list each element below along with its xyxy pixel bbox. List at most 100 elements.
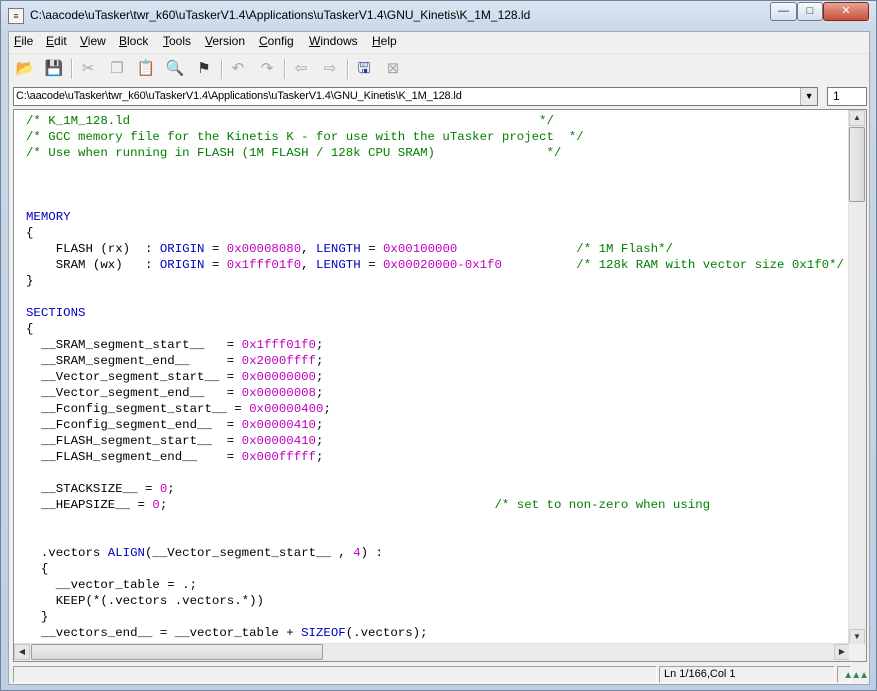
- find-icon[interactable]: 🔍: [164, 58, 186, 80]
- code-keyword: LENGTH: [316, 258, 361, 272]
- forward-icon[interactable]: ⇨: [319, 58, 341, 80]
- code-line: __Fconfig_segment_start__ = 0x00000400;: [26, 401, 850, 417]
- scroll-left-button[interactable]: ◀: [14, 644, 30, 660]
- code-text: __HEAPSIZE__ =: [26, 498, 153, 512]
- file-path-combobox[interactable]: C:\aacode\uTasker\twr_k60\uTaskerV1.4\Ap…: [13, 87, 818, 106]
- resize-grip-icon[interactable]: ▲▲▲: [843, 670, 869, 681]
- scroll-up-button[interactable]: ▲: [849, 110, 865, 126]
- menu-mnemonic: B: [119, 34, 128, 48]
- file-path-text: C:\aacode\uTasker\twr_k60\uTaskerV1.4\Ap…: [16, 90, 462, 102]
- menu-file[interactable]: File: [14, 34, 33, 48]
- scroll-down-button[interactable]: ▼: [849, 629, 865, 645]
- menu-bar: File Edit View Block Tools Version Config Windo…: [9, 32, 869, 52]
- close-file-icon[interactable]: ⊠: [382, 58, 404, 80]
- menu-block[interactable]: Block: [119, 34, 148, 48]
- code-text: =: [204, 258, 227, 272]
- menu-windows[interactable]: Windows: [309, 34, 358, 48]
- code-line: __SRAM_segment_end__ = 0x2000ffff;: [26, 353, 850, 369]
- horizontal-scrollbar[interactable]: ◀ ▶: [14, 643, 850, 661]
- status-bar: Ln 1/166,Col 1 ▲▲▲: [9, 664, 869, 684]
- minimize-button[interactable]: —: [770, 2, 797, 21]
- menu-edit[interactable]: Edit: [46, 34, 67, 48]
- close-button[interactable]: ✕: [823, 2, 869, 21]
- code-text: ;: [316, 434, 324, 448]
- menu-mnemonic: V: [80, 34, 88, 48]
- chevron-down-icon[interactable]: ▼: [800, 88, 817, 105]
- vertical-scroll-thumb[interactable]: [849, 127, 865, 202]
- horizontal-scroll-thumb[interactable]: [31, 644, 323, 660]
- menu-version[interactable]: Version: [205, 34, 245, 48]
- code-text: __STACKSIZE__ =: [26, 482, 160, 496]
- code-line: KEEP(*(.vectors .vectors.*)): [26, 593, 850, 609]
- code-line: __Vector_segment_start__ = 0x00000000;: [26, 369, 850, 385]
- save-all-icon[interactable]: 🖫: [353, 58, 375, 80]
- code-line: {: [26, 321, 850, 337]
- redo-icon[interactable]: ↷: [256, 58, 278, 80]
- code-number: 0x00000410: [241, 434, 316, 448]
- code-text: {: [26, 226, 34, 240]
- code-line: }: [26, 273, 850, 289]
- code-line: SECTIONS: [26, 305, 850, 321]
- code-keyword: ORIGIN: [159, 258, 205, 272]
- code-line: __STACKSIZE__ = 0;: [26, 481, 850, 497]
- code-number: 0: [152, 498, 160, 512]
- code-text: __Vector_segment_end__ =: [26, 386, 242, 400]
- code-text: __FLASH_segment_start__ =: [26, 434, 242, 448]
- code-keyword: MEMORY: [26, 210, 71, 224]
- undo-icon[interactable]: ↶: [227, 58, 249, 80]
- code-number: 0x00000008: [241, 386, 316, 400]
- code-comment: /* 1M Flash*/: [576, 242, 673, 256]
- code-text: __SRAM_segment_end__ =: [26, 354, 242, 368]
- toolbar-separator: [284, 59, 286, 79]
- menu-view[interactable]: View: [80, 34, 106, 48]
- code-text-area[interactable]: /* K_1M_128.ld */ /* GCC memory file for …: [26, 113, 850, 644]
- code-editor[interactable]: /* K_1M_128.ld */ /* GCC memory file for …: [13, 109, 867, 662]
- menu-config[interactable]: Config: [259, 34, 294, 48]
- open-folder-icon[interactable]: 📂: [14, 58, 36, 80]
- cursor-position: Ln 1/166,Col 1: [659, 666, 835, 683]
- code-number: 0x1fff01f0: [241, 338, 316, 352]
- toolbar-separator: [71, 59, 73, 79]
- path-bar: C:\aacode\uTasker\twr_k60\uTaskerV1.4\Ap…: [9, 86, 869, 108]
- code-text: ;: [316, 354, 324, 368]
- code-text: ,: [301, 258, 317, 272]
- copy-icon[interactable]: ❐: [106, 58, 128, 80]
- maximize-button[interactable]: □: [797, 2, 823, 21]
- find-next-icon[interactable]: ⚑: [193, 58, 215, 80]
- code-line: __HEAPSIZE__ = 0; /* set to non-zero whe…: [26, 497, 850, 513]
- menu-label: indows: [320, 34, 358, 48]
- code-line: __FLASH_segment_start__ = 0x00000410;: [26, 433, 850, 449]
- code-text: SRAM (wx) :: [26, 258, 160, 272]
- application-window: ≡ C:\aacode\uTasker\twr_k60\uTaskerV1.4\…: [0, 0, 877, 691]
- code-line: FLASH (rx) : ORIGIN = 0x00008080, LENGTH…: [26, 241, 850, 257]
- status-message-pane: [13, 666, 657, 683]
- line-number-field[interactable]: 1: [827, 87, 867, 106]
- code-keyword: ORIGIN: [159, 242, 205, 256]
- menu-mnemonic: C: [259, 34, 268, 48]
- code-line: __Fconfig_segment_end__ = 0x00000410;: [26, 417, 850, 433]
- menu-help[interactable]: Help: [372, 34, 397, 48]
- code-number: 0x00020000-0x1f0: [382, 258, 502, 272]
- cut-icon[interactable]: ✂: [77, 58, 99, 80]
- paste-icon[interactable]: 📋: [135, 58, 157, 80]
- title-bar[interactable]: ≡ C:\aacode\uTasker\twr_k60\uTaskerV1.4\…: [1, 1, 876, 31]
- menu-label: lock: [127, 34, 149, 48]
- code-keyword: ALIGN: [107, 546, 145, 560]
- code-number: 0x00000400: [249, 402, 324, 416]
- menu-mnemonic: E: [46, 34, 55, 48]
- code-comment: /* Use when running in FLASH (1M FLASH /…: [26, 146, 562, 160]
- toolbar-separator: [221, 59, 223, 79]
- back-icon[interactable]: ⇦: [290, 58, 312, 80]
- code-comment: /* GCC memory file for the Kinetis K - f…: [26, 130, 584, 144]
- save-icon[interactable]: 💾: [43, 58, 65, 80]
- vertical-scrollbar[interactable]: ▲ ▼: [848, 110, 866, 645]
- code-text: ;: [323, 402, 331, 416]
- menu-tools[interactable]: Tools: [163, 34, 191, 48]
- scroll-right-button[interactable]: ▶: [834, 644, 850, 660]
